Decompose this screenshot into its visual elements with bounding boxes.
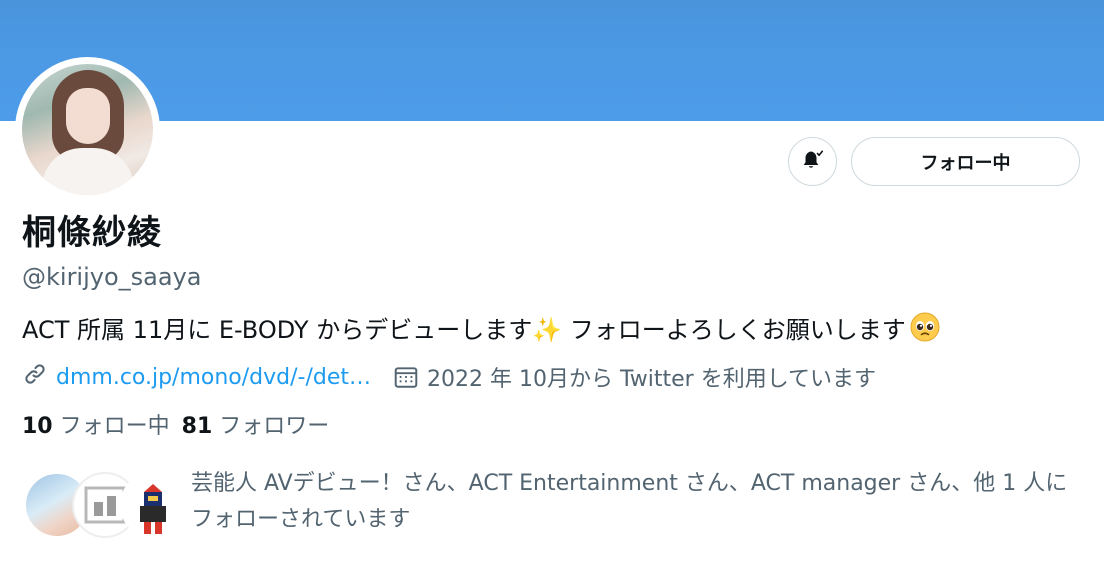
bio-text: ACT 所属 11月に E-BODY からデビューします✨ フォローよろしくお願… [22, 316, 906, 344]
profile-bio: ACT 所属 11月に E-BODY からデビューします✨ フォローよろしくお願… [22, 312, 940, 352]
avatar-photo [22, 64, 153, 195]
profile-avatar[interactable] [15, 57, 160, 202]
followed-by-avatars[interactable] [24, 472, 186, 538]
following-button[interactable]: フォロー中 [851, 137, 1080, 186]
pleading-face-icon [910, 312, 940, 352]
link-icon [22, 361, 48, 393]
followers-count: 81 [181, 414, 213, 439]
follower-avatar [120, 472, 186, 538]
follow-stats: 10 フォロー中 81 フォロワー [22, 411, 329, 443]
joined-date: 2022 年 10月から Twitter を利用しています [427, 367, 877, 392]
following-label: フォロー中 [59, 414, 170, 439]
notification-bell-button[interactable] [788, 137, 837, 186]
followers-label: フォロワー [219, 414, 330, 439]
calendar-icon [393, 364, 419, 390]
profile-banner[interactable] [0, 0, 1104, 121]
profile-meta: dmm.co.jp/mono/dvd/-/det… 2022 年 10月から T… [22, 360, 876, 394]
following-count: 10 [22, 414, 53, 439]
bell-check-icon [800, 147, 826, 177]
profile-website-link[interactable]: dmm.co.jp/mono/dvd/-/det… [56, 365, 371, 390]
following-stat[interactable]: 10 フォロー中 [22, 414, 170, 439]
followers-stat[interactable]: 81 フォロワー [182, 414, 330, 439]
profile-handle: @kirijyo_saaya [22, 263, 202, 291]
profile-name: 桐條紗綾 [22, 213, 162, 253]
followed-by-text[interactable]: 芸能人 AVデビュー！さん、ACT Entertainment さん、ACT m… [191, 466, 1081, 538]
